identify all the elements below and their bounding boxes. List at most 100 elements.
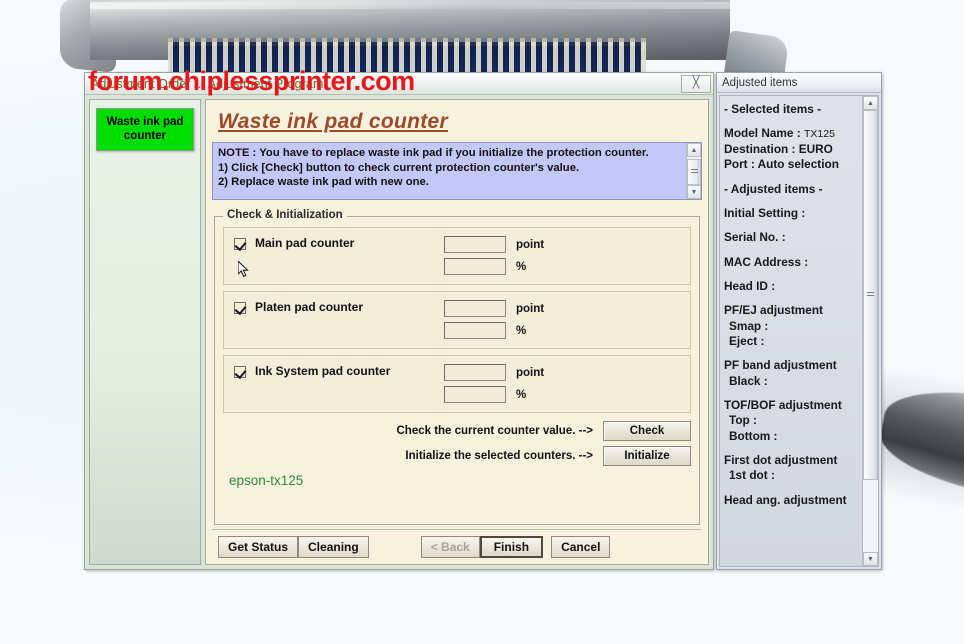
checkbox-ink-system-pad-counter[interactable] xyxy=(234,366,246,378)
counter-row: Ink System pad counter point % xyxy=(223,355,691,413)
checkbox-main-pad-counter[interactable] xyxy=(234,238,246,250)
platen-pad-counter-checkbox-wrap[interactable]: Platen pad counter xyxy=(234,300,444,314)
adjusted-items-window: Adjusted items - Selected items - Model … xyxy=(716,72,882,570)
cleaning-button[interactable]: Cleaning xyxy=(298,536,369,558)
adjusted-items-title: Adjusted items xyxy=(717,73,881,93)
adjusted-items-scroll-track[interactable] xyxy=(863,110,878,552)
scroll-down-icon[interactable]: ▼ xyxy=(687,185,701,199)
scroll-up-icon[interactable]: ▲ xyxy=(863,96,878,110)
close-icon[interactable]: ╳ xyxy=(681,74,711,93)
head-id-row: Head ID : xyxy=(724,278,776,293)
initialize-button[interactable]: Initialize xyxy=(603,446,691,466)
get-status-button[interactable]: Get Status xyxy=(218,536,299,558)
counter-percent-line: % xyxy=(444,386,544,403)
note-box: NOTE : You have to replace waste ink pad… xyxy=(212,142,702,200)
main-pad-point-input[interactable] xyxy=(444,236,506,253)
screen: Adjustment Order ... Adjustment Program … xyxy=(0,0,964,644)
unit-label: point xyxy=(516,302,545,315)
navigation-pane: Waste ink pad counter xyxy=(89,99,201,565)
initial-setting-row: Initial Setting : xyxy=(724,205,806,220)
destination-row: Destination : EURO xyxy=(724,141,833,156)
unit-label: % xyxy=(516,260,527,273)
adjustment-program-window: Adjustment Order ... Adjustment Program … xyxy=(84,72,714,570)
counter-fields: point % xyxy=(444,300,544,339)
checkbox-platen-pad-counter[interactable] xyxy=(234,302,246,314)
platen-pad-point-input[interactable] xyxy=(444,300,506,317)
tofbof-header: TOF/BOF adjustment xyxy=(724,397,842,412)
selected-items-header: - Selected items - xyxy=(724,102,822,116)
model-tag-overlay: epson-tx125 xyxy=(229,473,304,488)
port-row: Port : Auto selection xyxy=(724,157,839,172)
main-pad-percent-input[interactable] xyxy=(444,258,506,275)
main-pad-counter-checkbox-wrap[interactable]: Main pad counter xyxy=(234,236,444,250)
unit-label: point xyxy=(516,238,545,251)
adjusted-items-scroll-thumb[interactable] xyxy=(863,110,878,480)
window-body: Waste ink pad counter Waste ink pad coun… xyxy=(85,95,713,569)
check-action-line: Check the current counter value. --> Che… xyxy=(223,421,691,441)
adjusted-items-body: - Selected items - Model Name : TX125 De… xyxy=(719,95,879,567)
counter-label: Ink System pad counter xyxy=(255,364,391,378)
check-and-initialization-group: Check & Initialization Main pad counter … xyxy=(214,209,700,525)
page-title: Waste ink pad counter xyxy=(218,110,448,133)
action-area: Check the current counter value. --> Che… xyxy=(223,421,691,488)
check-action-text: Check the current counter value. --> xyxy=(396,425,593,437)
model-name-row: Model Name : TX125 xyxy=(724,126,860,142)
adjusted-items-list: - Selected items - Model Name : TX125 De… xyxy=(720,96,878,512)
counter-row: Platen pad counter point % xyxy=(223,291,691,349)
check-button[interactable]: Check xyxy=(603,421,691,441)
finish-button[interactable]: Finish xyxy=(479,536,544,558)
mac-address-row: MAC Address : xyxy=(724,254,809,269)
back-button: < Back xyxy=(420,536,480,558)
scroll-down-icon[interactable]: ▼ xyxy=(863,552,878,566)
note-scrollbar[interactable]: ▲ ▼ xyxy=(686,143,701,199)
pfband-black-row: Black : xyxy=(729,373,768,388)
firstdot-1st-row: 1st dot : xyxy=(729,468,775,483)
firstdot-header: First dot adjustment xyxy=(724,452,838,467)
content-pane: Waste ink pad counter NOTE : You have to… xyxy=(205,99,709,565)
counter-label: Main pad counter xyxy=(255,236,355,250)
initialize-action-text: Initialize the selected counters. --> xyxy=(405,450,593,462)
cancel-button[interactable]: Cancel xyxy=(551,536,611,558)
scroll-grip-icon xyxy=(867,292,874,298)
platen-pad-percent-input[interactable] xyxy=(444,322,506,339)
counter-point-line: point xyxy=(444,236,544,253)
pfej-smap-row: Smap : xyxy=(729,318,769,333)
note-scroll-thumb[interactable] xyxy=(687,159,701,185)
counter-percent-line: % xyxy=(444,258,544,275)
note-scroll-track[interactable] xyxy=(687,157,701,185)
counter-point-line: point xyxy=(444,364,544,381)
footer-button-bar: Get Status Cleaning < Back Finish Cancel xyxy=(212,529,702,560)
scroll-up-icon[interactable]: ▲ xyxy=(687,143,701,157)
unit-label: % xyxy=(516,324,527,337)
group-label: Check & Initialization xyxy=(223,209,347,221)
counter-fields: point % xyxy=(444,364,544,403)
headang-header: Head ang. adjustment xyxy=(724,492,847,507)
counter-label: Platen pad counter xyxy=(255,300,364,314)
ink-system-pad-percent-input[interactable] xyxy=(444,386,506,403)
pfej-eject-row: Eject : xyxy=(729,333,765,348)
unit-label: point xyxy=(516,366,545,379)
adjusted-items-header: - Adjusted items - xyxy=(724,181,823,196)
ink-system-pad-point-input[interactable] xyxy=(444,364,506,381)
window-titlebar[interactable]: Adjustment Order ... Adjustment Program … xyxy=(85,73,713,95)
ink-system-pad-counter-checkbox-wrap[interactable]: Ink System pad counter xyxy=(234,364,444,378)
window-title: Adjustment Order ... Adjustment Program xyxy=(91,76,324,91)
tofbof-top-row: Top : xyxy=(729,413,757,428)
model-name-value: TX125 xyxy=(803,128,835,141)
sidebar-item-waste-ink-pad-counter[interactable]: Waste ink pad counter xyxy=(96,108,194,151)
initialize-action-line: Initialize the selected counters. --> In… xyxy=(223,446,691,466)
tofbof-bottom-row: Bottom : xyxy=(729,428,778,443)
adjusted-items-scrollbar[interactable]: ▲ ▼ xyxy=(862,96,878,566)
note-text: NOTE : You have to replace waste ink pad… xyxy=(218,147,649,189)
